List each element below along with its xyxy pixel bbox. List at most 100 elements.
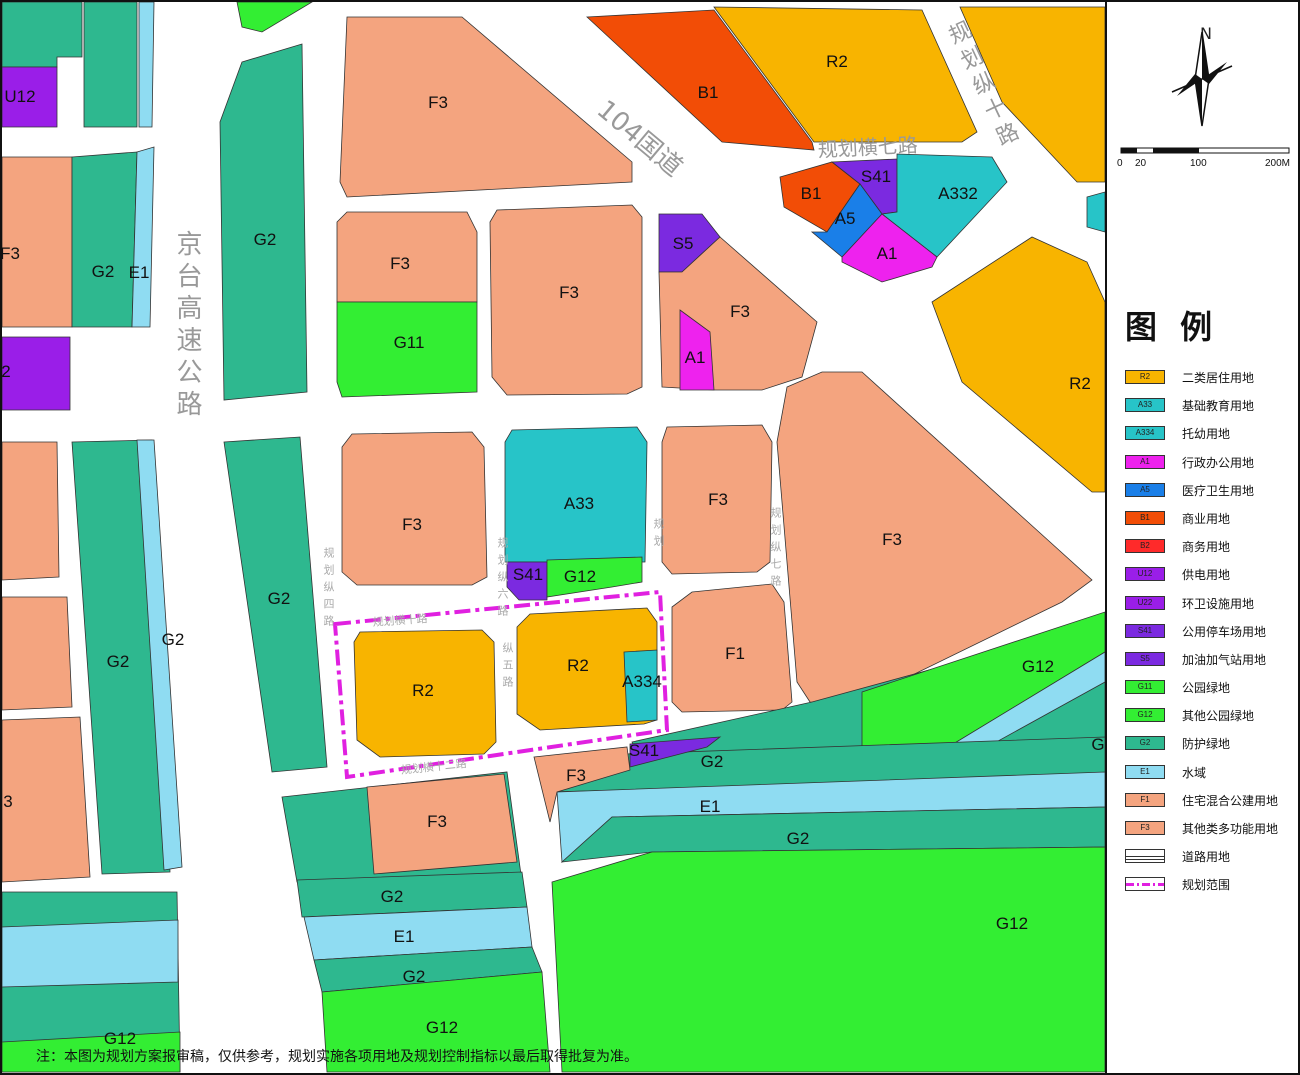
parcel-f3-l2 bbox=[2, 596, 73, 711]
legend-item: B2 商务用地 bbox=[1125, 536, 1298, 564]
legend-item: 道路用地 bbox=[1125, 846, 1298, 874]
legend-item: U22 环卫设施用地 bbox=[1125, 593, 1298, 621]
parcel-u12-b bbox=[2, 336, 71, 411]
parcel-label-b1-b: B1 bbox=[800, 184, 822, 203]
parcel-label-s41-c: S41 bbox=[628, 741, 660, 760]
parcel-label-g2-g: G2 bbox=[786, 829, 810, 848]
legend-swatch: U12 bbox=[1125, 567, 1165, 582]
parcel-label-f1: F1 bbox=[725, 644, 745, 663]
legend-swatch: A5 bbox=[1125, 482, 1165, 497]
parcel-label-g2-a: G2 bbox=[253, 230, 277, 249]
parcel-label-f3-g: F3 bbox=[427, 812, 447, 831]
road-label-zong4: 规划纵四路 bbox=[322, 547, 335, 632]
legend-item-label: 其他类多功能用地 bbox=[1182, 822, 1279, 836]
legend-swatch: R2 bbox=[1125, 370, 1165, 384]
legend-item: A5 医疗卫生用地 bbox=[1125, 480, 1298, 508]
legend-item: E1 水域 bbox=[1125, 762, 1298, 790]
legend-swatch: U22 bbox=[1125, 595, 1165, 610]
parcel-label-g12-d: G12 bbox=[425, 1018, 459, 1037]
parcel-label-g2-k: G bbox=[1091, 735, 1105, 754]
north-arrow-icon bbox=[1171, 31, 1233, 127]
parcel-f3-d bbox=[341, 431, 488, 586]
legend-swatch: E1 bbox=[1125, 764, 1165, 779]
parcel-label-a33: A33 bbox=[563, 494, 595, 513]
legend-swatch: S5 bbox=[1125, 651, 1165, 666]
parcel-label-f3-b: F3 bbox=[559, 283, 579, 302]
legend-swatch: A334 bbox=[1125, 426, 1165, 441]
parcel-e1-bl bbox=[2, 919, 179, 988]
road-label-zong7: 规划纵七路 bbox=[769, 507, 782, 592]
parcel-f3-l1 bbox=[2, 441, 60, 581]
legend-item-label: 公园绿地 bbox=[1182, 681, 1231, 696]
road-label-zong6b: 规划 bbox=[652, 518, 665, 552]
legend-item: F3 其他类多功能用地 bbox=[1125, 818, 1298, 846]
legend-item-label: 商务用地 bbox=[1182, 540, 1231, 555]
parcel-label-f3-top: F3 bbox=[428, 93, 448, 112]
legend-item: G11 公园绿地 bbox=[1125, 677, 1298, 705]
legend-item-label: 水域 bbox=[1182, 765, 1207, 780]
legend-item-label: 其他公园绿地 bbox=[1182, 709, 1255, 724]
parcel-label-a5: A5 bbox=[834, 209, 856, 228]
legend-item: S5 加油加气站用地 bbox=[1125, 649, 1298, 677]
parcel-label-a1-b: A1 bbox=[684, 348, 706, 367]
legend-list: R2 二类居住用地 A33 基础教育用地 A334 托幼用地 A1 行政办公用地 A5 医… bbox=[1125, 367, 1298, 903]
parcel-f3-left bbox=[2, 156, 73, 328]
legend-item-label: 道路用地 bbox=[1182, 850, 1231, 865]
parcel-label-f3-a: F3 bbox=[390, 254, 410, 273]
legend-item-label: 托幼用地 bbox=[1182, 427, 1231, 442]
legend-item: U12 供电用地 bbox=[1125, 564, 1298, 592]
parcel-label-a1-a: A1 bbox=[876, 244, 898, 263]
legend-item-label: 环卫设施用地 bbox=[1182, 596, 1255, 611]
parcel-g2-top2 bbox=[83, 2, 138, 128]
legend-panel: N 0 20 100 200M 图 例 R2 二类居住用地 A33 基础教育用地 A… bbox=[1105, 2, 1298, 1073]
legend-swatch: F3 bbox=[1125, 821, 1165, 835]
map-frame: R2 B1 R2 F3 F3 F3 F3 F3 F3 F3 F3 F3 F3 3 U12 2 G2 G2 G2 G2 G… bbox=[0, 0, 1300, 1075]
parcel-g12-c bbox=[551, 846, 1105, 1073]
legend-item: G12 其他公园绿地 bbox=[1125, 705, 1298, 733]
legend-swatch: B1 bbox=[1125, 510, 1165, 525]
legend-item: 规划范围 bbox=[1125, 874, 1298, 902]
parcel-label-f3-d: F3 bbox=[402, 515, 422, 534]
parcel-label-e1-c: E1 bbox=[393, 927, 415, 946]
land-use-map bbox=[2, 2, 1105, 1073]
parcel-label-f3-left2: 3 bbox=[3, 792, 13, 811]
parcel-g2-col-top bbox=[219, 43, 308, 401]
parcel-label-g2-e: G2 bbox=[161, 630, 185, 649]
legend-item: B1 商业用地 bbox=[1125, 508, 1298, 536]
legend-swatch: G12 bbox=[1125, 708, 1165, 723]
parcel-label-u12-b: 2 bbox=[1, 362, 11, 381]
legend-item-label: 加油加气站用地 bbox=[1182, 652, 1267, 667]
parcel-a33-edge bbox=[1086, 191, 1105, 233]
legend-swatch: A33 bbox=[1125, 398, 1165, 413]
boundary-swatch-icon bbox=[1125, 877, 1165, 892]
legend-item-label: 商业用地 bbox=[1182, 511, 1231, 526]
parcel-label-g12-c: G12 bbox=[995, 914, 1029, 933]
legend-item: S41 公用停车场用地 bbox=[1125, 621, 1298, 649]
parcel-label-s5: S5 bbox=[672, 234, 694, 253]
parcel-label-a334: A334 bbox=[622, 672, 662, 691]
road-swatch-icon bbox=[1125, 849, 1165, 864]
road-label-zong5: 纵五路 bbox=[501, 642, 514, 693]
parcel-label-e1-b: E1 bbox=[699, 797, 721, 816]
parcel-label-g2-h: G2 bbox=[380, 887, 404, 906]
parcel-label-e1-a: E1 bbox=[128, 263, 150, 282]
parcel-label-s41-a: S41 bbox=[860, 167, 892, 186]
road-label-zong6: 规划纵六路 bbox=[496, 537, 509, 622]
legend-title: 图 例 bbox=[1125, 308, 1219, 346]
legend-item-label: 行政办公用地 bbox=[1182, 455, 1255, 470]
parcel-label-g2-i: G2 bbox=[402, 967, 426, 986]
parcel-label-g12-a: G12 bbox=[563, 567, 597, 586]
legend-swatch: G2 bbox=[1125, 736, 1165, 751]
parcel-label-f3-e: F3 bbox=[708, 490, 728, 509]
scale-tick-100: 100 bbox=[1190, 158, 1207, 169]
legend-item: F1 住宅混合公建用地 bbox=[1125, 790, 1298, 818]
legend-item-label: 供电用地 bbox=[1182, 568, 1231, 583]
scale-tick-200m: 200M bbox=[1265, 158, 1291, 169]
parcel-label-g11: G11 bbox=[393, 333, 425, 352]
road-label-jingtai: 京台高速公路 bbox=[172, 230, 202, 422]
legend-swatch: S41 bbox=[1125, 623, 1165, 638]
scale-tick-0: 0 bbox=[1117, 158, 1123, 169]
parcel-label-g12-b: G12 bbox=[1021, 657, 1055, 676]
legend-item: R2 二类居住用地 bbox=[1125, 367, 1298, 395]
parcel-label-a332: A332 bbox=[938, 184, 978, 203]
